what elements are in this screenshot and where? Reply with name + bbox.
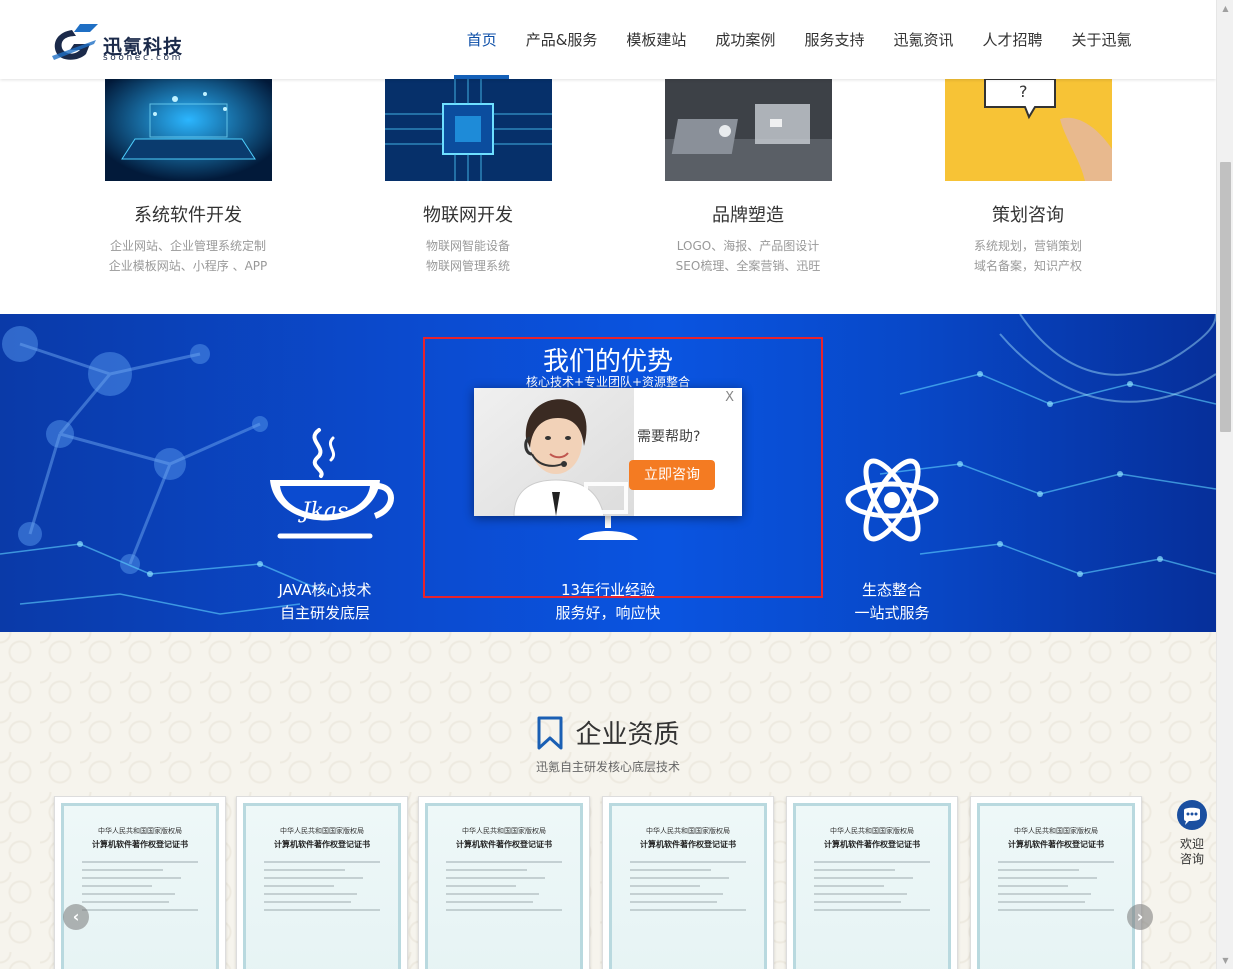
service-desc: 系统规划，营销策划 域名备案，知识产权 xyxy=(908,236,1148,276)
services-section: 系统软件开发 企业网站、企业管理系统定制 企业模板网站、小程序 、APP 物联网… xyxy=(0,79,1216,314)
advantage-java: Jkas JAVA核心技术 自主研发底层 xyxy=(225,424,425,625)
certificate-text xyxy=(814,861,930,917)
nav-support[interactable]: 服务支持 xyxy=(790,0,879,79)
certificate-title: 计算机软件著作权登记证书 xyxy=(640,840,736,849)
certificate-issuer: 中华人民共和国国家版权局 xyxy=(98,827,182,835)
scroll-up-icon[interactable]: ▲ xyxy=(1217,0,1233,17)
service-title: 物联网开发 xyxy=(423,205,513,226)
carousel-prev-button[interactable]: ‹ xyxy=(63,904,89,930)
site-header: 迅氪科技 soonec.com 首页 产品&服务 模板建站 成功案例 服务支持 … xyxy=(0,0,1216,79)
service-image-consulting: ? xyxy=(945,79,1112,181)
scroll-thumb[interactable] xyxy=(1220,162,1231,432)
service-desc-line: 系统规划，营销策划 xyxy=(973,239,1082,253)
certificate-frame: 中华人民共和国国家版权局 计算机软件著作权登记证书 xyxy=(425,803,583,969)
service-desc: LOGO、海报、产品图设计 SEO梳理、全案营销、迅旺 xyxy=(628,236,868,276)
certificate-title: 计算机软件著作权登记证书 xyxy=(92,840,188,849)
java-cup-icon: Jkas xyxy=(270,428,394,539)
certificate-issuer: 中华人民共和国国家版权局 xyxy=(1014,827,1098,835)
service-desc-line: 企业模板网站、小程序 、APP xyxy=(108,259,268,273)
qualification-title: 企业资质 xyxy=(575,720,680,750)
certificate-frame: 中华人民共和国国家版权局 计算机软件著作权登记证书 xyxy=(243,803,401,969)
certificate-text xyxy=(998,861,1114,917)
service-title: 策划咨询 xyxy=(992,205,1064,226)
service-desc-line: LOGO、海报、产品图设计 xyxy=(676,239,820,253)
certificate-text xyxy=(82,861,198,917)
logo-domain: soonec.com xyxy=(103,53,183,63)
page: 迅氪科技 soonec.com 首页 产品&服务 模板建站 成功案例 服务支持 … xyxy=(0,0,1233,969)
qualification-subtitle: 迅氪自主研发核心底层技术 xyxy=(535,760,680,774)
advantage-line: 服务好，响应快 xyxy=(555,604,661,622)
nav-jobs[interactable]: 人才招聘 xyxy=(968,0,1057,79)
service-image-software xyxy=(105,79,272,181)
certificate-issuer: 中华人民共和国国家版权局 xyxy=(646,827,730,835)
service-title: 品牌塑造 xyxy=(712,205,784,226)
help-text: 需要帮助? xyxy=(637,429,701,445)
certificate-frame: 中华人民共和国国家版权局 计算机软件著作权登记证书 xyxy=(61,803,219,969)
certificate-title: 计算机软件著作权登记证书 xyxy=(1008,840,1104,849)
certificate-title: 计算机软件著作权登记证书 xyxy=(456,840,552,849)
close-icon[interactable]: X xyxy=(725,390,734,405)
nav-products[interactable]: 产品&服务 xyxy=(511,0,612,79)
certificate-card[interactable]: 中华人民共和国国家版权局 计算机软件著作权登记证书 xyxy=(418,796,590,969)
certificate-text xyxy=(446,861,562,917)
service-desc-line: 物联网智能设备 xyxy=(425,239,510,253)
main-nav: 首页 产品&服务 模板建站 成功案例 服务支持 迅氪资讯 人才招聘 关于迅氪 xyxy=(452,0,1146,79)
consult-widget[interactable]: 欢迎咨询 xyxy=(1171,799,1213,869)
certificate-frame: 中华人民共和国国家版权局 计算机软件著作权登记证书 xyxy=(977,803,1135,969)
service-title: 系统软件开发 xyxy=(134,205,242,226)
certificate-frame: 中华人民共和国国家版权局 计算机软件著作权登记证书 xyxy=(793,803,951,969)
service-desc-line: 域名备案，知识产权 xyxy=(973,259,1082,273)
certificate-title: 计算机软件著作权登记证书 xyxy=(824,840,920,849)
chat-icon xyxy=(1177,800,1207,830)
customer-service-photo xyxy=(474,388,634,516)
nav-templates[interactable]: 模板建站 xyxy=(612,0,701,79)
service-desc-line: 企业网站、企业管理系统定制 xyxy=(109,239,266,253)
service-image-brand xyxy=(665,79,832,181)
certificate-frame: 中华人民共和国国家版权局 计算机软件著作权登记证书 xyxy=(609,803,767,969)
certificate-issuer: 中华人民共和国国家版权局 xyxy=(280,827,364,835)
logo-mark-icon xyxy=(52,24,98,60)
consult-label: 欢迎咨询 xyxy=(1179,837,1204,866)
nav-cases[interactable]: 成功案例 xyxy=(701,0,790,79)
service-desc: 企业网站、企业管理系统定制 企业模板网站、小程序 、APP xyxy=(68,236,308,276)
vertical-scrollbar[interactable]: ▲ ▼ xyxy=(1216,0,1233,969)
qualification-section: 企业资质 迅氪自主研发核心底层技术 中华人民共和国国家版权局 计算机软件著作权登… xyxy=(0,632,1216,969)
nav-home[interactable]: 首页 xyxy=(452,0,511,79)
java-cup-text: Jkas xyxy=(298,499,349,524)
certificate-title: 计算机软件著作权登记证书 xyxy=(274,840,370,849)
certificate-card[interactable]: 中华人民共和国国家版权局 计算机软件著作权登记证书 xyxy=(786,796,958,969)
certificate-carousel: 中华人民共和国国家版权局 计算机软件著作权登记证书 中华人民共和国国家版权局 计… xyxy=(50,796,1160,969)
certificate-issuer: 中华人民共和国国家版权局 xyxy=(462,827,546,835)
consult-now-button[interactable]: 立即咨询 xyxy=(629,460,715,490)
certificate-text xyxy=(264,861,380,917)
bookmark-icon xyxy=(537,716,563,749)
scroll-down-icon[interactable]: ▼ xyxy=(1217,952,1233,969)
help-popup[interactable]: X 需要帮助? 立即咨询 xyxy=(474,388,742,516)
logo[interactable]: 迅氪科技 soonec.com xyxy=(50,18,190,66)
certificate-card[interactable]: 中华人民共和国国家版权局 计算机软件著作权登记证书 xyxy=(970,796,1142,969)
advantage-line: 自主研发底层 xyxy=(279,604,370,622)
nav-news[interactable]: 迅氪资讯 xyxy=(879,0,968,79)
advantage-line: JAVA核心技术 xyxy=(278,581,372,599)
service-desc-line: 物联网管理系统 xyxy=(425,259,510,273)
svg-text:?: ? xyxy=(1019,82,1028,101)
certificate-text xyxy=(630,861,746,917)
certificate-card[interactable]: 中华人民共和国国家版权局 计算机软件著作权登记证书 xyxy=(236,796,408,969)
certificate-card[interactable]: 中华人民共和国国家版权局 计算机软件著作权登记证书 xyxy=(602,796,774,969)
nav-about[interactable]: 关于迅氪 xyxy=(1057,0,1146,79)
service-desc: 物联网智能设备 物联网管理系统 xyxy=(348,236,588,276)
certificate-issuer: 中华人民共和国国家版权局 xyxy=(830,827,914,835)
advantage-line: 一站式服务 xyxy=(854,604,930,622)
service-desc-line: SEO梳理、全案营销、迅旺 xyxy=(675,259,821,273)
qualification-heading: 企业资质 xyxy=(0,714,1216,751)
service-image-iot xyxy=(385,79,552,181)
carousel-next-button[interactable]: › xyxy=(1127,904,1153,930)
certificate-card[interactable]: 中华人民共和国国家版权局 计算机软件著作权登记证书 xyxy=(54,796,226,969)
